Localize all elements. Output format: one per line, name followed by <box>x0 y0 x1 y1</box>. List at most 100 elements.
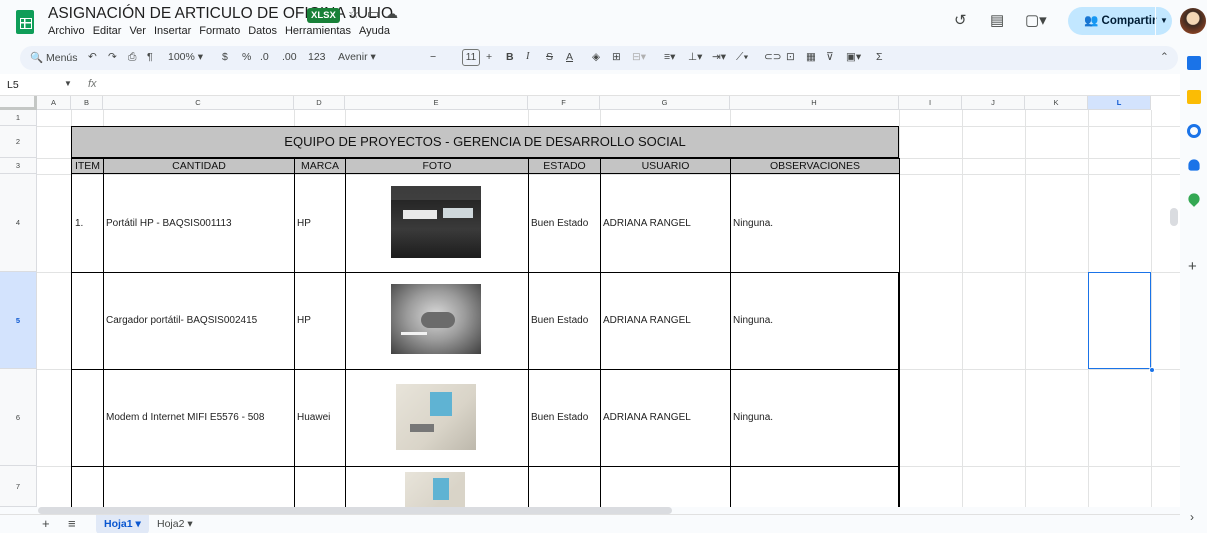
search-menus-button[interactable]: 🔍 Menús <box>30 51 78 64</box>
photo-modem-partial[interactable] <box>405 472 465 507</box>
font-size-input[interactable]: 11 <box>462 49 480 66</box>
zoom-select[interactable]: 100% ▾ <box>168 51 203 63</box>
cell-cantidad[interactable]: Cargador portátil- BAQSIS002415 <box>103 272 295 370</box>
borders-icon[interactable]: ⊞ <box>612 51 621 63</box>
filter-icon[interactable]: ⊽ <box>826 51 834 63</box>
row-header-6[interactable]: 6 <box>0 369 37 466</box>
cell-observaciones[interactable]: Ninguna. <box>730 272 900 370</box>
font-size-increase-button[interactable]: + <box>486 51 492 63</box>
cell-cantidad[interactable]: Modem d Internet MIFI E5576 - 508 <box>103 369 295 467</box>
vertical-scrollbar[interactable] <box>1170 208 1178 226</box>
meet-icon[interactable]: ▢▾ <box>1025 11 1047 29</box>
insert-link-icon[interactable]: ⊂⊃ <box>764 51 782 63</box>
align-vertical-icon[interactable]: ⊥▾ <box>688 51 702 63</box>
cell-usuario[interactable]: ADRIANA RANGEL <box>600 272 731 370</box>
expand-side-panel-icon[interactable]: › <box>1190 510 1194 524</box>
photo-modem[interactable] <box>396 384 476 450</box>
column-header-c[interactable]: C <box>103 96 294 110</box>
cell-usuario[interactable]: ADRIANA RANGEL <box>600 174 731 273</box>
cell-item[interactable] <box>71 272 104 370</box>
cell-marca[interactable]: HP <box>294 272 346 370</box>
undo-icon[interactable]: ↶ <box>88 51 97 63</box>
tab-hoja1[interactable]: Hoja1 ▾ <box>96 515 149 533</box>
column-header-d[interactable]: D <box>294 96 345 110</box>
comments-icon[interactable]: ▤ <box>990 11 1004 29</box>
document-title[interactable]: ASIGNACIÓN DE ARTICULO DE OFICINA JULIO <box>48 5 393 23</box>
column-header-h[interactable]: H <box>730 96 899 110</box>
italic-button[interactable]: I <box>526 51 530 62</box>
print-icon[interactable]: ⎙ <box>128 51 136 64</box>
column-title-estado[interactable]: ESTADO <box>528 158 601 174</box>
photo-laptop[interactable] <box>391 186 481 258</box>
text-color-button[interactable]: A <box>566 51 573 63</box>
add-sheet-icon[interactable]: + <box>42 516 50 531</box>
tasks-icon[interactable] <box>1187 124 1201 138</box>
number-format-button[interactable]: 123 <box>308 51 326 63</box>
row-header-5[interactable]: 5 <box>0 272 37 369</box>
column-title-usuario[interactable]: USUARIO <box>600 158 731 174</box>
column-header-a[interactable]: A <box>37 96 71 110</box>
cell-estado[interactable]: Buen Estado <box>528 174 601 273</box>
row-header-2[interactable]: 2 <box>0 126 37 158</box>
share-dropdown-button[interactable]: ▼ <box>1155 7 1172 35</box>
column-header-e[interactable]: E <box>345 96 528 110</box>
fill-handle[interactable] <box>1149 367 1155 373</box>
cell-item[interactable] <box>71 369 104 467</box>
text-wrap-icon[interactable]: ⇥▾ <box>712 51 726 63</box>
menu-formato[interactable]: Formato <box>199 25 240 37</box>
cell-observaciones[interactable]: Ninguna. <box>730 174 900 273</box>
cloud-status-icon[interactable]: ☁ <box>385 6 398 22</box>
functions-icon[interactable]: Σ <box>876 51 883 63</box>
text-rotation-icon[interactable]: ⟋▾ <box>736 51 748 64</box>
column-title-item[interactable]: ITEM <box>71 158 104 174</box>
user-avatar[interactable] <box>1180 8 1206 34</box>
horizontal-scrollbar[interactable] <box>38 507 672 514</box>
row-header-4[interactable]: 4 <box>0 174 37 272</box>
cell-cantidad[interactable]: Portátil HP - BAQSIS001113 <box>103 174 295 273</box>
insert-chart-icon[interactable]: ▦ <box>806 51 816 63</box>
photo-charger[interactable] <box>391 284 481 354</box>
paint-format-icon[interactable]: ¶ <box>147 51 153 63</box>
select-all-corner[interactable] <box>0 96 37 110</box>
name-box-dropdown-icon[interactable]: ▼ <box>64 79 72 88</box>
selected-cell-l5[interactable] <box>1088 272 1151 369</box>
column-header-f[interactable]: F <box>528 96 600 110</box>
font-family-select[interactable]: Avenir ▾ <box>338 51 376 63</box>
sheets-logo-icon[interactable] <box>16 10 34 34</box>
currency-format-button[interactable]: $ <box>222 51 228 63</box>
menu-ayuda[interactable]: Ayuda <box>359 25 390 37</box>
menu-archivo[interactable]: Archivo <box>48 25 85 37</box>
maps-icon[interactable] <box>1186 191 1202 207</box>
merge-cells-icon[interactable]: ⊟▾ <box>632 51 646 63</box>
menu-ver[interactable]: Ver <box>129 25 146 37</box>
column-header-i[interactable]: I <box>899 96 962 110</box>
column-title-marca[interactable]: MARCA <box>294 158 346 174</box>
row-header-3[interactable]: 3 <box>0 158 37 174</box>
percent-format-button[interactable]: % <box>242 51 251 63</box>
align-horizontal-icon[interactable]: ≡▾ <box>664 51 675 63</box>
column-header-k[interactable]: K <box>1025 96 1088 110</box>
cell-row-7[interactable] <box>103 466 295 507</box>
menu-herramientas[interactable]: Herramientas <box>285 25 351 37</box>
strikethrough-button[interactable]: S <box>546 51 553 63</box>
insert-comment-icon[interactable]: ⊡ <box>786 51 795 63</box>
formula-input[interactable] <box>106 74 1176 95</box>
cell-estado[interactable]: Buen Estado <box>528 272 601 370</box>
collapse-toolbar-icon[interactable]: ⌃ <box>1160 51 1169 63</box>
cell-marca[interactable]: HP <box>294 174 346 273</box>
cell-observaciones[interactable]: Ninguna. <box>730 369 900 467</box>
cell-row-7[interactable] <box>730 466 900 507</box>
cell-marca[interactable]: Huawei <box>294 369 346 467</box>
column-header-j[interactable]: J <box>962 96 1025 110</box>
contacts-icon[interactable] <box>1188 159 1200 171</box>
bold-button[interactable]: B <box>506 51 514 63</box>
decrease-decimal-button[interactable]: .0 <box>260 51 269 63</box>
all-sheets-icon[interactable]: ≡ <box>68 516 76 531</box>
redo-icon[interactable]: ↷ <box>108 51 117 63</box>
column-header-g[interactable]: G <box>600 96 730 110</box>
cell-row-7[interactable] <box>294 466 346 507</box>
column-title-observaciones[interactable]: OBSERVACIONES <box>730 158 900 174</box>
increase-decimal-button[interactable]: .00 <box>282 51 297 63</box>
cell-estado[interactable]: Buen Estado <box>528 369 601 467</box>
cell-usuario[interactable]: ADRIANA RANGEL <box>600 369 731 467</box>
